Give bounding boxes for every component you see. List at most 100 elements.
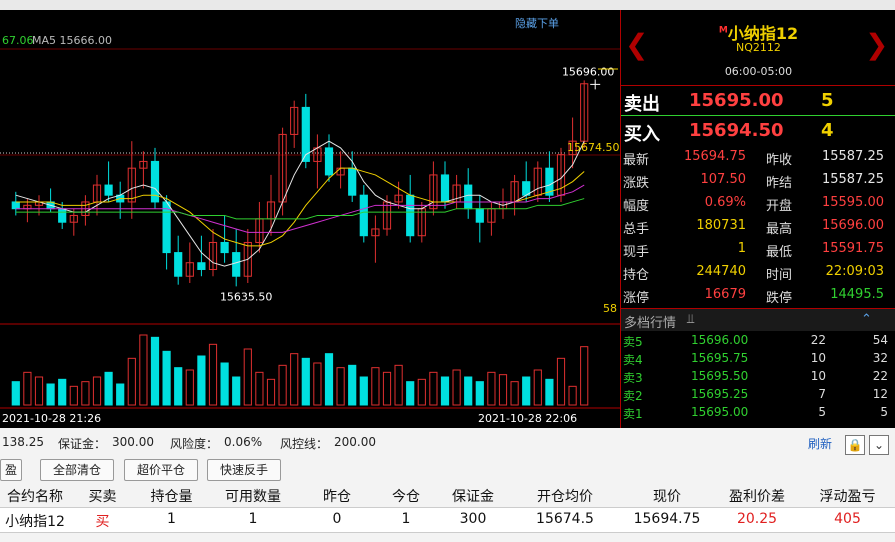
account-status: 138.25 保证金： 300.00 风险度： 0.06% 风控线： 200.0… [0,428,895,455]
volume-bar [255,371,264,406]
table-cell: 20.25 [736,511,778,527]
volume-bar [498,374,508,406]
volume-bar [568,385,577,406]
column-header[interactable]: 昨仓 [298,486,376,506]
trading-session: 06:00-05:00 [724,65,793,78]
control-value: 200.00 [334,435,376,449]
table-body: 小纳指12 买 1 1 0 1 300 15674.5 15694.75 20.25 405 [0,508,895,533]
ma5-line [15,140,585,267]
candle-body [58,208,67,223]
refresh-button[interactable]: 刷新 [808,435,832,452]
stat-value: 22:09:03 [825,264,884,279]
stat-row: 涨停 16679 跌停 14495.5 [621,284,895,307]
quick-reverse-button[interactable]: 快速反手 [207,459,281,481]
volume-bar [150,336,160,406]
volume-bar [348,364,357,406]
low-price-label: 15635.50 [220,290,273,303]
depth-total: 5 [880,405,888,419]
column-header[interactable]: 今仓 [376,486,436,506]
depth-row[interactable]: 卖1 15695.00 5 5 [621,404,895,422]
depth-total: 22 [872,369,888,383]
column-header[interactable]: 浮动盈亏 [800,486,895,506]
volume-bar [580,346,589,406]
chevron-down-icon[interactable]: ⌄ [869,435,889,455]
candle-body [220,241,229,254]
margin-value: 300.00 [112,435,154,449]
volume-bar [220,362,229,406]
depth-row[interactable]: 卖4 15695.75 10 32 [621,350,895,368]
volume-bar [417,378,426,406]
table-cell: 1 [248,511,258,527]
symbol-badge: M [718,25,728,36]
ma-label-prev: 67.06 [2,34,34,47]
candle-body [348,167,357,196]
high-price-label: 15696.00 [562,65,615,78]
candle-body [104,184,113,196]
sell-qty: 5 [821,90,834,111]
collapse-chevron-up-icon[interactable]: ⌃ [861,312,872,327]
quote-stats: 最新 15694.75 昨收 15587.25 涨跌 107.50 昨结 15587.25 幅度… [621,146,895,307]
stat-value: 14495.5 [830,287,884,302]
sell-quote-row[interactable]: 卖出 15695.00 5 [621,85,895,116]
depth-row[interactable]: 卖3 15695.50 10 22 [621,368,895,386]
stat-label: 幅度 [623,199,650,214]
column-header[interactable]: 开仓均价 [510,486,620,506]
lock-icon[interactable]: 🔒 [845,435,865,455]
table-cell: 1 [401,511,411,527]
ma5-label: MA5 15666.00 [32,34,112,47]
volume-bar [556,357,566,406]
volume-bar [290,353,299,406]
volume-bar [510,381,519,406]
volume-bar [127,357,136,406]
volume-bar [116,383,125,406]
sell-label: 卖出 [624,94,660,115]
top-toolbar [0,0,895,10]
depth-label: 卖3 [623,371,643,385]
buy-quote-row[interactable]: 买入 15694.50 4 [621,115,895,146]
stat-value: 16679 [704,287,746,302]
table-row[interactable]: 小纳指12 买 1 1 0 1 300 15674.5 15694.75 20.25 405 [0,508,895,533]
stat-label: 时间 [766,268,793,283]
depth-label: 卖5 [623,335,643,349]
column-header[interactable]: 持仓量 [135,486,208,506]
stat-row: 总手 180731 最高 15696.00 [621,215,895,238]
close-all-button[interactable]: 全部清仓 [40,459,114,481]
column-header[interactable]: 可用数量 [208,486,298,506]
volume-bar [382,371,392,406]
depth-total: 32 [872,351,888,365]
column-header[interactable]: 现价 [620,486,714,506]
over-price-close-button[interactable]: 超价平仓 [124,459,198,481]
depth-qty: 22 [810,333,826,347]
quote-panel: ❮ ❯ M小纳指12 NQ2112 06:00-05:00 卖出 15695.0… [620,10,895,428]
symbol-code: NQ2112 [736,41,781,54]
depth-label: 卖4 [623,353,643,367]
volume-bar [394,364,403,406]
depth-row[interactable]: 卖5 15696.00 22 54 [621,332,895,350]
stat-value: 244740 [696,264,746,279]
expand-double-chevron-icon[interactable]: ⫫ [687,312,694,327]
volume-bar [208,343,218,406]
buy-price: 15694.50 [689,120,784,141]
depth-qty: 7 [818,387,826,401]
column-header[interactable]: 合约名称 [0,486,70,506]
volume-bar [243,348,252,406]
table-cell: 0 [332,511,342,527]
volume-bar [81,381,90,406]
depth-header[interactable]: 多档行情 ⫫ ⌃ [621,308,895,331]
column-header[interactable]: 保证金 [436,486,510,506]
equity-value: 138.25 [2,435,44,449]
kline-chart[interactable]: 15696.00 15635.50 15674.50 58 2021-10-28 21:… [0,10,620,428]
position-tab[interactable]: 盈 [0,459,22,481]
candle-body [232,252,241,277]
volume-bar [545,378,554,406]
stat-row: 最新 15694.75 昨收 15587.25 [621,146,895,169]
volume-bar [139,334,148,406]
table-cell: 小纳指12 [5,514,65,530]
column-header[interactable]: 盈利价差 [714,486,800,506]
volume-bar [301,357,310,406]
hide-order-button[interactable]: 隐藏下单 [515,15,559,31]
depth-row[interactable]: 卖2 15695.25 7 12 [621,386,895,404]
candle-body [475,208,484,223]
positions-table: 合约名称 买卖 持仓量 可用数量 昨仓 今仓 保证金 开仓均价 现价 盈利价差 浮动盈亏 小纳指12… [0,483,895,533]
column-header[interactable]: 买卖 [70,486,135,506]
